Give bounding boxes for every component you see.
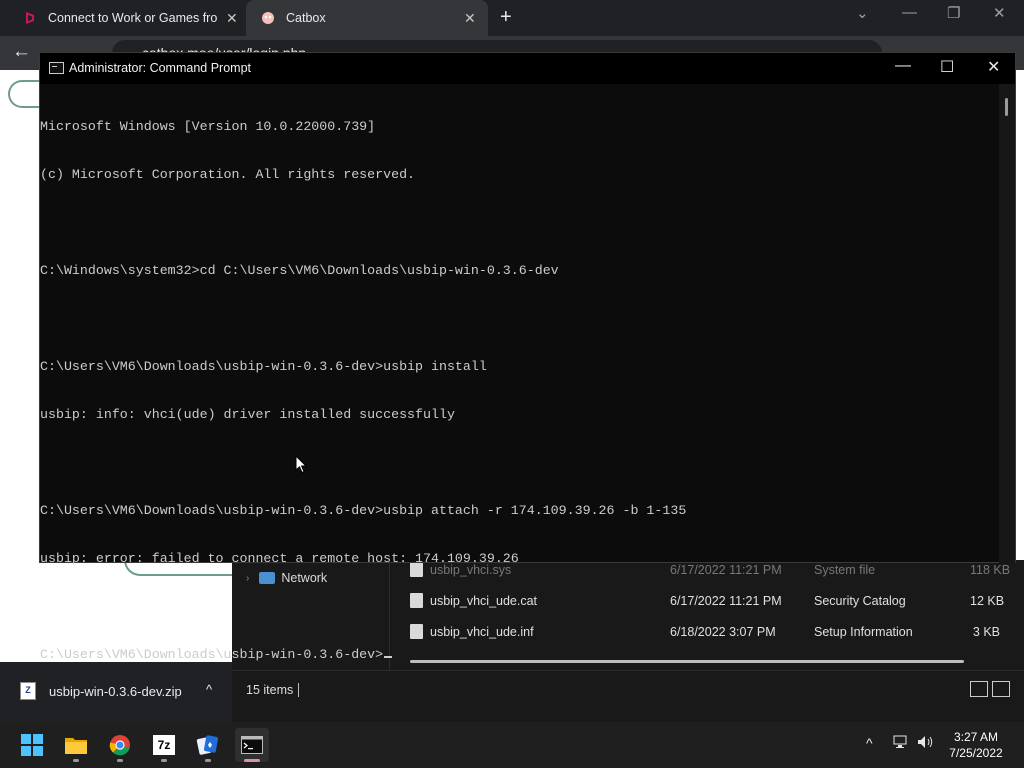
network-icon[interactable] [893, 735, 909, 752]
catbox-icon [260, 10, 276, 26]
running-indicator [161, 759, 167, 762]
console-output[interactable]: Microsoft Windows [Version 10.0.22000.73… [40, 84, 1000, 662]
7zip-icon: 7z [153, 735, 175, 755]
console-prompt: C:\Users\VM6\Downloads\usbip-win-0.3.6-d… [40, 647, 384, 662]
active-indicator [244, 759, 260, 762]
taskbar-7zip[interactable]: 7z [147, 728, 181, 762]
console-line: (c) Microsoft Corporation. All rights re… [40, 167, 416, 182]
terminal-icon [49, 62, 64, 74]
volume-icon[interactable] [917, 735, 935, 752]
running-indicator [205, 759, 211, 762]
mouse-pointer-icon [295, 455, 307, 474]
window-title: Administrator: Command Prompt [69, 61, 252, 75]
console-line: C:\Windows\system32>cd C:\Users\VM6\Down… [40, 263, 559, 278]
browser-close-button[interactable]: ✕ [993, 4, 1006, 22]
command-prompt-window: Administrator: Command Prompt — ☐ ✕ Micr… [39, 52, 1016, 662]
show-hidden-icons-chevron[interactable]: ^ [866, 735, 873, 751]
console-line: Microsoft Windows [Version 10.0.22000.73… [40, 119, 376, 134]
windows-logo-icon [21, 734, 43, 756]
scrollbar-thumb[interactable] [1005, 98, 1008, 116]
tab-parsec[interactable]: Connect to Work or Games from ✕ [0, 0, 246, 36]
parsec-icon [22, 10, 38, 26]
taskbar-command-prompt[interactable] [235, 728, 269, 762]
system-clock[interactable]: 3:27 AM 7/25/2022 [938, 729, 1014, 761]
clock-date: 7/25/2022 [949, 746, 1003, 760]
zip-file-icon: Z [20, 682, 36, 700]
taskbar-file-explorer[interactable] [59, 728, 93, 762]
running-indicator [117, 759, 123, 762]
browser-minimize-button[interactable]: — [902, 4, 917, 21]
taskbar: 7z ^ 3:27 AM 7/25/2022 [0, 722, 1024, 768]
console-line: C:\Users\VM6\Downloads\usbip-win-0.3.6-d… [40, 359, 487, 374]
taskbar-solitaire[interactable] [191, 728, 225, 762]
cmd-minimize-button[interactable]: — [895, 57, 911, 75]
clock-time: 3:27 AM [953, 730, 999, 744]
browser-restore-button[interactable]: ❐ [947, 4, 960, 22]
console-prompt-line[interactable]: C:\Users\VM6\Downloads\usbip-win-0.3.6-d… [40, 647, 1000, 663]
tab-title: Catbox [286, 11, 326, 25]
tab-catbox[interactable]: Catbox ✕ [246, 0, 488, 36]
cmd-maximize-button[interactable]: ☐ [940, 57, 954, 77]
new-tab-button[interactable]: + [500, 6, 512, 29]
close-tab-icon[interactable]: ✕ [464, 10, 476, 27]
close-tab-icon[interactable]: ✕ [226, 10, 238, 27]
console-line: usbip: error: failed to connect a remote… [40, 551, 519, 566]
back-arrow-icon[interactable]: ← [12, 41, 31, 63]
cards-icon [196, 735, 218, 755]
taskbar-chrome[interactable] [103, 728, 137, 762]
chrome-icon [109, 735, 130, 756]
running-indicator [73, 759, 79, 762]
text-cursor [384, 656, 393, 658]
console-line: usbip: info: vhci(ude) driver installed … [40, 407, 455, 422]
vertical-scrollbar[interactable] [999, 84, 1015, 564]
console-line: C:\Users\VM6\Downloads\usbip-win-0.3.6-d… [40, 503, 687, 518]
cmd-title-bar[interactable]: Administrator: Command Prompt — ☐ ✕ [40, 53, 1015, 84]
terminal-icon [241, 736, 263, 754]
browser-tab-strip: Connect to Work or Games from ✕ Catbox ✕… [0, 0, 1024, 36]
start-button[interactable] [15, 728, 49, 762]
tab-title: Connect to Work or Games from [48, 11, 218, 25]
tab-search-icon[interactable]: ⌄ [856, 4, 869, 22]
cmd-close-button[interactable]: ✕ [987, 57, 1000, 77]
folder-icon [65, 738, 87, 754]
